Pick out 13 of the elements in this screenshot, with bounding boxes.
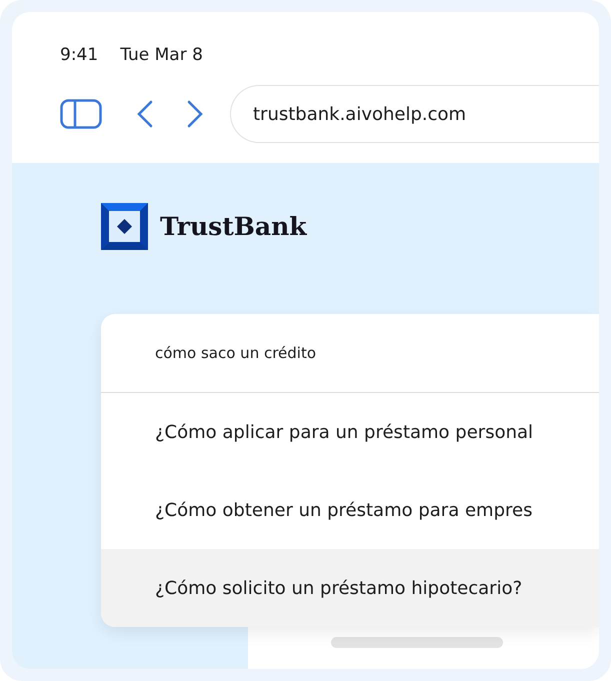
logo-text: TrustBank	[160, 212, 307, 241]
back-icon[interactable]	[136, 100, 154, 128]
status-date: Tue Mar 8	[120, 45, 203, 67]
suggestion-item[interactable]: ¿Cómo solicito un préstamo hipotecario?	[101, 549, 599, 627]
status-time: 9:41	[60, 45, 98, 67]
logo-icon	[101, 203, 148, 250]
drag-handle[interactable]	[330, 637, 502, 648]
search-field[interactable]: cómo saco un crédito	[101, 314, 599, 393]
suggestion-item[interactable]: ¿Cómo aplicar para un préstamo personal	[101, 393, 599, 471]
forward-icon[interactable]	[186, 100, 204, 128]
sidebar-icon[interactable]	[60, 99, 102, 129]
suggestion-item[interactable]: ¿Cómo obtener un préstamo para empres	[101, 471, 599, 549]
address-bar[interactable]: trustbank.aivohelp.com	[230, 85, 599, 143]
